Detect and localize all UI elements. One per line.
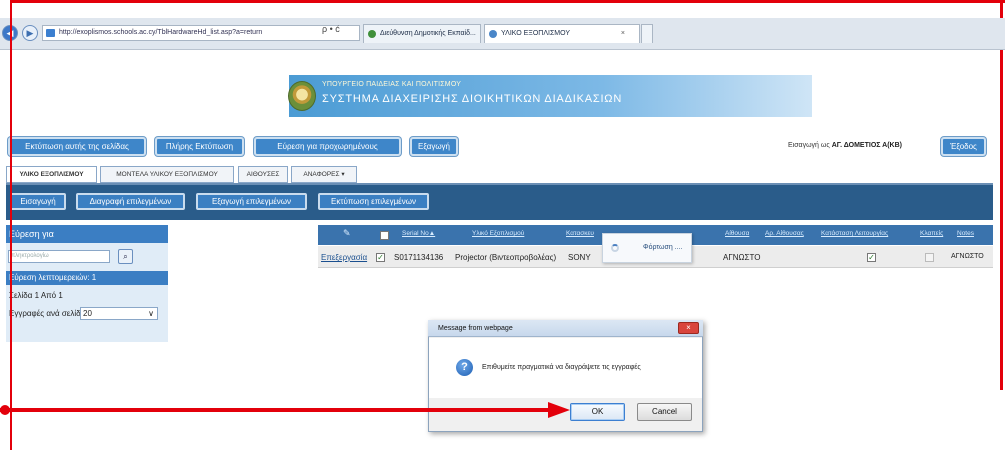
tab-equipment[interactable]: ΥΛΙΚΟ ΕΞΟΠΛΙΣΜΟΥ [6, 166, 97, 183]
search-icon[interactable]: ⌕ [118, 249, 133, 264]
dialog-message: Επιθυμείτε πραγματικά να διαγράψετε τις … [482, 364, 641, 371]
browser-tab-directorate[interactable]: Διεύθυνση Δημοτικής Εκπαίδ... [363, 24, 481, 43]
ok-button[interactable]: OK [570, 403, 625, 421]
loading-spinner-icon [611, 244, 619, 252]
dialog-close-icon[interactable]: × [678, 322, 699, 334]
forward-arrow-icon[interactable]: ▶ [22, 25, 38, 41]
tab-reports[interactable]: ΑΝΑΦΟΡΕΣ ▾ [291, 166, 357, 183]
annotation-frame-top [10, 0, 1005, 3]
annotation-arrow-line [0, 408, 552, 412]
stolen-checkbox[interactable] [925, 253, 934, 262]
banner-system-title: ΣΥΣΤΗΜΑ ΔΙΑΧΕΙΡΙΣΗΣ ΔΙΟΙΚΗΤΙΚΩΝ ΔΙΑΔΙΚΑΣ… [322, 93, 623, 105]
records-per-page-value: 20 [83, 309, 92, 318]
print-page-button[interactable]: Εκτύπωση αυτής της σελίδας [8, 137, 146, 156]
question-icon: ? [456, 359, 473, 376]
page-favicon-icon [46, 29, 55, 37]
dialog-title: Message from webpage [428, 320, 703, 337]
print-selected-button[interactable]: Εκτύπωση επιλεγμένων [318, 193, 429, 210]
records-per-page-label: Εγγραφές ανά σελίδα [9, 309, 86, 318]
loading-text: Φόρτωση .... [643, 244, 683, 251]
delete-selected-button[interactable]: Διαγραφή επιλεγμένων [76, 193, 185, 210]
search-input[interactable]: πληκτρολογίω [8, 250, 110, 263]
close-tab-icon[interactable]: × [621, 25, 625, 43]
address-bar[interactable]: http://exoplismos.schools.ac.cy/TblHardw… [42, 25, 360, 41]
select-all-checkbox[interactable] [380, 231, 389, 240]
search-details-header: Εύρεση λεπτομερειών: 1 [6, 271, 168, 285]
column-notes[interactable]: Notes [957, 230, 974, 237]
row-serial: S0171134136 [394, 253, 444, 262]
tab-equipment-models[interactable]: ΜΟΝΤΕΛΑ ΥΛΙΚΟΥ ΕΞΟΠΛΙΣΜΟΥ [100, 166, 234, 183]
browser-tab-label: Διεύθυνση Δημοτικής Εκπαίδ... [380, 30, 476, 37]
row-manufacturer: SONY [568, 253, 591, 262]
row-notes: ΑΓΝΩΣΤΟ [951, 253, 984, 260]
ie-page-icon [489, 30, 497, 38]
records-per-page-select[interactable]: 20 ∨ [80, 307, 158, 320]
print-all-button[interactable]: Πλήρης Εκτύπωση [155, 137, 244, 156]
row-equipment: Projector (Βιντεοπροβολέας) [455, 253, 557, 262]
loading-popup: Φόρτωση .... [602, 233, 692, 263]
export-selected-button[interactable]: Εξαγωγή επιλεγμένων [196, 193, 307, 210]
address-url: http://exoplismos.schools.ac.cy/TblHardw… [59, 29, 263, 36]
logout-button[interactable]: Έξοδος [941, 137, 986, 156]
export-button[interactable]: Εξαγωγή [410, 137, 458, 156]
site-banner: ΥΠΟΥΡΓΕΙΟ ΠΑΙΔΕΙΑΣ ΚΑΙ ΠΟΛΙΤΙΣΜΟΥ ΣΥΣΤΗΜ… [288, 75, 812, 117]
row-checkbox[interactable]: ✓ [376, 253, 385, 262]
annotation-arrow-head-icon [548, 402, 570, 418]
column-operating-status[interactable]: Κατάσταση Λειτουργίας [821, 230, 888, 237]
column-room-number[interactable]: Αρ. Αίθουσας [765, 230, 804, 237]
page-indicator: Σελίδα 1 Από 1 [9, 291, 63, 300]
column-room[interactable]: Αίθουσα [725, 230, 749, 237]
column-equipment[interactable]: Υλικό Εξοπλισμού [472, 230, 524, 237]
column-serial[interactable]: Serial No▲ [402, 230, 435, 237]
login-info: Εισαγωγή ως ΑΓ. ΔΟΜΕΤΙΟΣ Α(ΚΒ) [788, 142, 902, 149]
operating-status-checkbox[interactable]: ✓ [867, 253, 876, 262]
edit-link[interactable]: Επεξεργασία [321, 253, 367, 262]
edit-column-icon: ✎ [343, 228, 351, 238]
search-panel-header: Εύρεση για [6, 225, 168, 243]
cancel-button[interactable]: Cancel [637, 403, 692, 421]
import-button[interactable]: Εισαγωγή [10, 193, 66, 210]
login-prefix: Εισαγωγή ως [788, 142, 830, 149]
tab-rooms[interactable]: ΑΙΘΟΥΣΕΣ [238, 166, 288, 183]
annotation-frame-right [1000, 0, 1003, 390]
browser-tab-equipment[interactable]: ΥΛΙΚΟ ΕΞΟΠΛΙΣΜΟΥ × [484, 24, 640, 43]
search-refresh-icons[interactable]: ρ • ć [322, 24, 340, 34]
login-user: ΑΓ. ΔΟΜΕΤΙΟΣ Α(ΚΒ) [831, 142, 902, 149]
chevron-down-icon: ∨ [148, 309, 154, 318]
annotation-frame-left [10, 0, 12, 450]
advanced-search-button[interactable]: Εύρεση για προχωρημένους [254, 137, 401, 156]
cyprus-emblem-icon [288, 81, 316, 111]
site-globe-icon [368, 30, 376, 38]
new-tab-button[interactable] [641, 24, 653, 43]
browser-tab-label: ΥΛΙΚΟ ΕΞΟΠΛΙΣΜΟΥ [501, 30, 570, 37]
row-room: ΑΓΝΩΣΤΟ [723, 253, 761, 262]
banner-ministry: ΥΠΟΥΡΓΕΙΟ ΠΑΙΔΕΙΑΣ ΚΑΙ ΠΟΛΙΤΙΣΜΟΥ [322, 81, 462, 88]
column-manufacturer[interactable]: Κατασκευ [566, 230, 594, 237]
column-stolen[interactable]: Κλαπείς [920, 230, 943, 237]
